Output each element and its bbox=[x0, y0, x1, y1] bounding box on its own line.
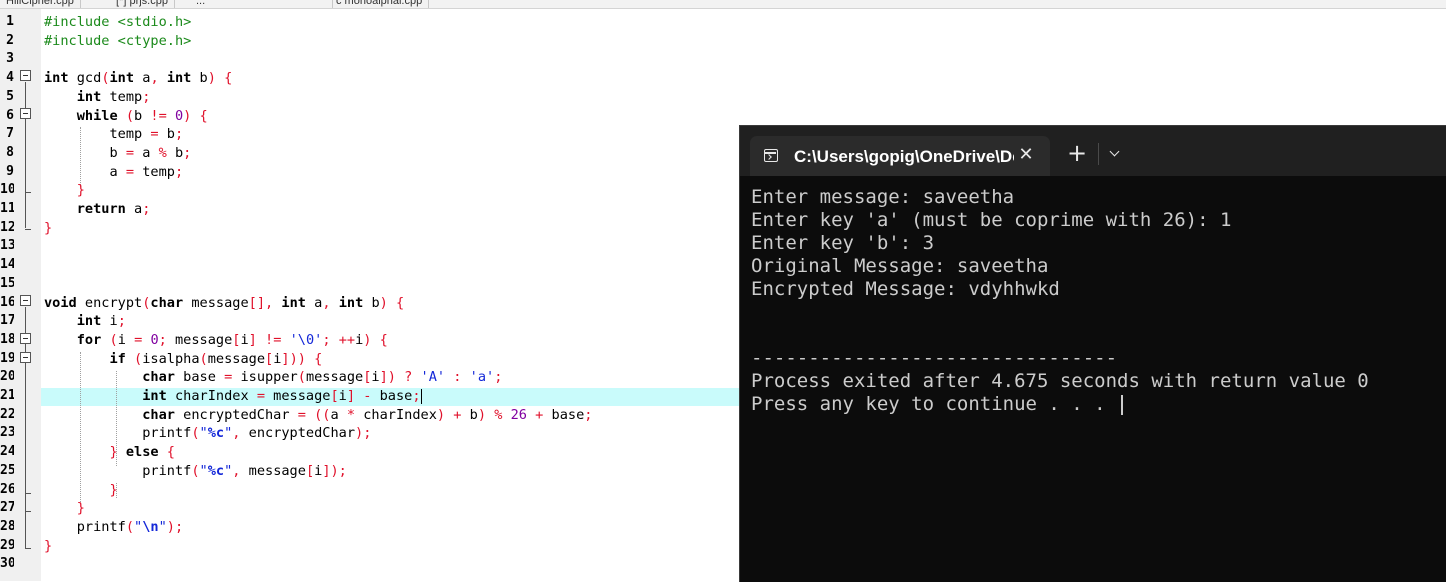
fold-toggle-icon[interactable] bbox=[20, 333, 31, 344]
output-line: Enter message: saveetha bbox=[751, 186, 1015, 208]
code-line-28: printf("\n"); bbox=[44, 518, 184, 535]
code-line-12: } bbox=[44, 219, 53, 236]
terminal-icon bbox=[764, 149, 778, 162]
code-line-9: a = temp; bbox=[44, 163, 184, 180]
editor-tab-active[interactable]: ... bbox=[190, 0, 333, 8]
line-number: 23 bbox=[0, 425, 14, 441]
code-line-18: for (i = 0; message[i] != '\0'; ++i) { bbox=[76, 331, 388, 348]
code-line-7: temp = b; bbox=[44, 126, 184, 143]
output-line: Enter key 'b': 3 bbox=[751, 232, 935, 254]
code-line-25: printf("%c", message[i]); bbox=[44, 462, 347, 479]
code-line-19: if (isalpha(message[i])) { bbox=[109, 350, 323, 367]
code-line-10: } bbox=[76, 182, 85, 199]
line-number: 17 bbox=[0, 313, 14, 329]
code-line-20: char base = isupper(message[i]) ? 'A' : … bbox=[142, 369, 503, 386]
terminal-title-bar: C:\Users\gopig\OneDrive\Desktop ✕ + bbox=[740, 126, 1446, 176]
fold-toggle-icon[interactable] bbox=[20, 70, 31, 81]
output-line: Process exited after 4.675 seconds with … bbox=[751, 370, 1369, 392]
line-number: 28 bbox=[0, 518, 14, 534]
line-number: 8 bbox=[6, 144, 14, 160]
output-line: Encrypted Message: vdyhhwkd bbox=[751, 278, 1060, 300]
output-line: Enter key 'a' (must be coprime with 26):… bbox=[751, 209, 1232, 231]
line-number: 7 bbox=[6, 126, 14, 142]
line-number: 13 bbox=[0, 238, 14, 254]
code-line-17: int i; bbox=[76, 313, 126, 330]
fold-end-marker bbox=[25, 229, 31, 230]
fold-toggle-icon[interactable] bbox=[20, 352, 31, 363]
code-line-1: #include <stdio.h> bbox=[44, 14, 192, 30]
editor-tab-strip: HillCipher.cpp [*] prjs.cpp ... c monoal… bbox=[0, 0, 1446, 9]
terminal-tab-title: C:\Users\gopig\OneDrive\Desktop bbox=[794, 147, 1014, 166]
fold-toggle-icon[interactable] bbox=[20, 295, 31, 306]
line-number: 25 bbox=[0, 462, 14, 478]
editor-tab-monoalpha[interactable]: c monoalphal.cpp bbox=[330, 0, 430, 8]
line-number: 16 bbox=[0, 294, 14, 310]
line-number: 2 bbox=[6, 32, 14, 48]
line-number: 19 bbox=[0, 350, 14, 366]
terminal-output: Enter message: saveetha Enter key 'a' (m… bbox=[751, 186, 1441, 416]
line-number: 14 bbox=[0, 257, 14, 273]
code-line-5: int temp; bbox=[76, 88, 151, 105]
new-tab-button[interactable]: + bbox=[1065, 141, 1089, 166]
line-number: 3 bbox=[6, 51, 14, 67]
line-number: 15 bbox=[0, 275, 14, 291]
line-number: 24 bbox=[0, 444, 14, 460]
line-number: 18 bbox=[0, 331, 14, 347]
fold-end-marker bbox=[25, 493, 31, 494]
code-line-26: } bbox=[109, 481, 118, 498]
fold-end-marker bbox=[25, 548, 31, 549]
line-number: 10 bbox=[0, 182, 14, 198]
line-number: 11 bbox=[0, 201, 14, 216]
fold-toggle-icon[interactable] bbox=[20, 108, 31, 119]
line-number: 5 bbox=[6, 88, 14, 104]
output-prompt: Press any key to continue . . . bbox=[751, 393, 1118, 415]
code-line-29: } bbox=[44, 537, 53, 554]
code-line-23: printf("%c", encryptedChar); bbox=[44, 425, 372, 442]
code-line-2: #include <ctype.h> bbox=[44, 32, 192, 49]
line-number: 12 bbox=[0, 219, 14, 235]
line-number: 6 bbox=[6, 107, 14, 123]
code-line-6: while (b != 0) { bbox=[76, 107, 208, 124]
output-separator: -------------------------------- bbox=[751, 347, 1118, 369]
line-number: 21 bbox=[0, 388, 14, 403]
code-line-27: } bbox=[76, 500, 85, 517]
line-number: 22 bbox=[0, 406, 14, 422]
line-number: 1 bbox=[6, 14, 14, 29]
fold-end-marker bbox=[25, 511, 31, 512]
code-line-4: int gcd(int a, int b) { bbox=[44, 70, 233, 87]
line-number: 27 bbox=[0, 500, 14, 516]
code-line-11: return a; bbox=[76, 201, 151, 217]
code-line-24: } else { bbox=[109, 444, 175, 461]
fold-end-marker bbox=[25, 192, 31, 193]
line-number: 20 bbox=[0, 369, 14, 385]
fold-guide-line bbox=[25, 82, 26, 228]
tab-separator bbox=[1098, 143, 1099, 165]
code-line-16: void encrypt(char message[], int a, int … bbox=[44, 294, 405, 311]
text-cursor bbox=[420, 388, 422, 404]
editor-tab-prjs[interactable]: [*] prjs.cpp bbox=[110, 0, 175, 8]
output-line: Original Message: saveetha bbox=[751, 255, 1049, 277]
code-line-8: b = a % b; bbox=[44, 144, 192, 161]
line-number: 29 bbox=[0, 537, 14, 553]
chevron-down-icon[interactable] bbox=[1106, 146, 1124, 162]
terminal-tab[interactable]: C:\Users\gopig\OneDrive\Desktop ✕ bbox=[750, 136, 1050, 176]
line-number: 9 bbox=[6, 163, 14, 179]
output-line: Press any key to continue . . . bbox=[751, 393, 1441, 416]
line-number: 26 bbox=[0, 481, 14, 497]
terminal-window[interactable]: C:\Users\gopig\OneDrive\Desktop ✕ + Ente… bbox=[739, 125, 1446, 582]
line-number: 4 bbox=[6, 70, 14, 86]
terminal-cursor bbox=[1121, 394, 1123, 415]
close-icon[interactable]: ✕ bbox=[1016, 144, 1036, 166]
code-line-22: char encryptedChar = ((a * charIndex) + … bbox=[142, 406, 593, 423]
editor-tab-hillcipher[interactable]: HillCipher.cpp bbox=[0, 0, 81, 8]
line-number: 30 bbox=[0, 556, 14, 572]
code-line-21: int charIndex = message[i] - base; bbox=[142, 388, 422, 404]
